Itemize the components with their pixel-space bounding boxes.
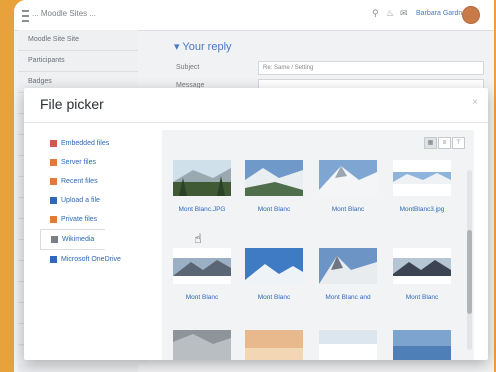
breadcrumb[interactable]: ... Moodle Sites ... bbox=[32, 9, 96, 18]
server-icon bbox=[50, 159, 57, 166]
file-browser: ▦ ≡ ⊤ Mont Blanc.JPG Mont Blanc Mont Blanc… bbox=[162, 130, 474, 360]
dialog-title: File picker bbox=[40, 96, 104, 112]
file-picker-dialog: File picker × Embedded files Server files… bbox=[24, 88, 488, 360]
subject-label: Subject bbox=[176, 64, 200, 71]
recent-icon bbox=[50, 178, 57, 185]
file-name: Mont Blanc bbox=[405, 294, 439, 301]
file-name: Mont Blanc bbox=[331, 206, 365, 213]
list-view-button[interactable]: ≡ bbox=[438, 137, 451, 149]
repository-label: Wikimedia bbox=[62, 236, 95, 243]
menu-icon[interactable] bbox=[22, 10, 29, 22]
file-thumbnail[interactable] bbox=[316, 330, 380, 360]
close-icon[interactable]: × bbox=[472, 97, 478, 108]
onedrive-icon bbox=[50, 256, 57, 263]
repository-label: Upload a file bbox=[61, 197, 100, 204]
thumbnail-image bbox=[245, 248, 303, 284]
file-name: Mont Blanc bbox=[257, 294, 291, 301]
scrollbar-thumb[interactable] bbox=[467, 230, 472, 314]
repository-item[interactable]: Wikimedia bbox=[40, 229, 105, 250]
search-icon[interactable]: ⚲ bbox=[372, 8, 379, 19]
thumbnail-image bbox=[173, 248, 231, 284]
sidebar-item[interactable]: Moodle Site Site bbox=[18, 30, 138, 51]
file-thumbnail[interactable]: Mont Blanc bbox=[242, 248, 306, 301]
thumbnail-image bbox=[319, 330, 377, 360]
subject-field[interactable]: Re: Same / Setting bbox=[258, 61, 484, 75]
repository-label: Server files bbox=[61, 159, 97, 166]
file-name: Mont Blanc.JPG bbox=[178, 206, 226, 213]
sidebar-item[interactable]: Participants bbox=[18, 51, 138, 72]
repository-item[interactable]: Microsoft OneDrive bbox=[40, 250, 160, 269]
thumbnail-image bbox=[319, 248, 377, 284]
thumbnail-image bbox=[393, 160, 451, 196]
repository-item[interactable]: Server files bbox=[40, 153, 160, 172]
repository-label: Recent files bbox=[61, 178, 98, 185]
file-name: Mont Blanc bbox=[257, 206, 291, 213]
user-name[interactable]: Barbara Gardner bbox=[416, 10, 469, 17]
repository-item[interactable]: Recent files bbox=[40, 172, 160, 191]
thumbnail-image bbox=[393, 330, 451, 360]
file-icon bbox=[50, 140, 57, 147]
file-thumbnail[interactable] bbox=[390, 330, 454, 360]
mouse-cursor-icon: ☝ bbox=[194, 231, 202, 246]
file-thumbnail[interactable]: Mont Blanc bbox=[316, 160, 380, 213]
repository-label: Private files bbox=[61, 216, 98, 223]
thumbnail-image bbox=[319, 160, 377, 196]
avatar[interactable] bbox=[462, 6, 480, 24]
file-thumbnail[interactable]: Mont Blanc and bbox=[316, 248, 380, 301]
form-title: ▾ Your reply bbox=[174, 41, 232, 53]
repository-label: Embedded files bbox=[61, 140, 110, 147]
file-thumbnail[interactable] bbox=[242, 330, 306, 360]
repository-item[interactable]: Embedded files bbox=[40, 134, 160, 153]
file-thumbnail[interactable] bbox=[170, 330, 234, 360]
thumbnail-image bbox=[173, 160, 231, 196]
repository-label: Microsoft OneDrive bbox=[61, 256, 121, 263]
wikimedia-icon bbox=[51, 236, 58, 243]
thumbnail-image bbox=[245, 330, 303, 360]
notification-icon[interactable]: ♨ bbox=[386, 8, 394, 19]
scrollbar[interactable] bbox=[467, 170, 472, 350]
file-thumbnail[interactable]: Mont Blanc bbox=[242, 160, 306, 213]
dialog-header: File picker × bbox=[24, 88, 488, 123]
thumbnail-image bbox=[393, 248, 451, 284]
repository-item[interactable]: Upload a file bbox=[40, 191, 160, 210]
icon-view-button[interactable]: ▦ bbox=[424, 137, 437, 149]
repository-list: Embedded files Server files Recent files Up… bbox=[40, 134, 160, 269]
file-thumbnail[interactable]: Mont Blanc bbox=[170, 248, 234, 301]
file-thumbnail[interactable]: MontBlanc3.jpg bbox=[390, 160, 454, 213]
file-name: MontBlanc3.jpg bbox=[399, 206, 445, 213]
thumbnail-image bbox=[173, 330, 231, 360]
file-thumbnail[interactable]: Mont Blanc bbox=[390, 248, 454, 301]
file-name: Mont Blanc bbox=[185, 294, 219, 301]
tree-view-button[interactable]: ⊤ bbox=[452, 137, 465, 149]
message-icon[interactable]: ✉ bbox=[400, 8, 408, 19]
view-toolbar: ▦ ≡ ⊤ bbox=[162, 130, 474, 156]
form-title-text: Your reply bbox=[182, 41, 232, 53]
file-name: Mont Blanc and bbox=[325, 294, 371, 301]
top-navbar: ... Moodle Sites ... ⚲ ♨ ✉ Barbara Gardn… bbox=[14, 0, 494, 31]
file-thumbnail[interactable]: Mont Blanc.JPG bbox=[170, 160, 234, 213]
repository-item[interactable]: Private files bbox=[40, 210, 160, 229]
upload-icon bbox=[50, 197, 57, 204]
private-icon bbox=[50, 216, 57, 223]
thumbnail-image bbox=[245, 160, 303, 196]
